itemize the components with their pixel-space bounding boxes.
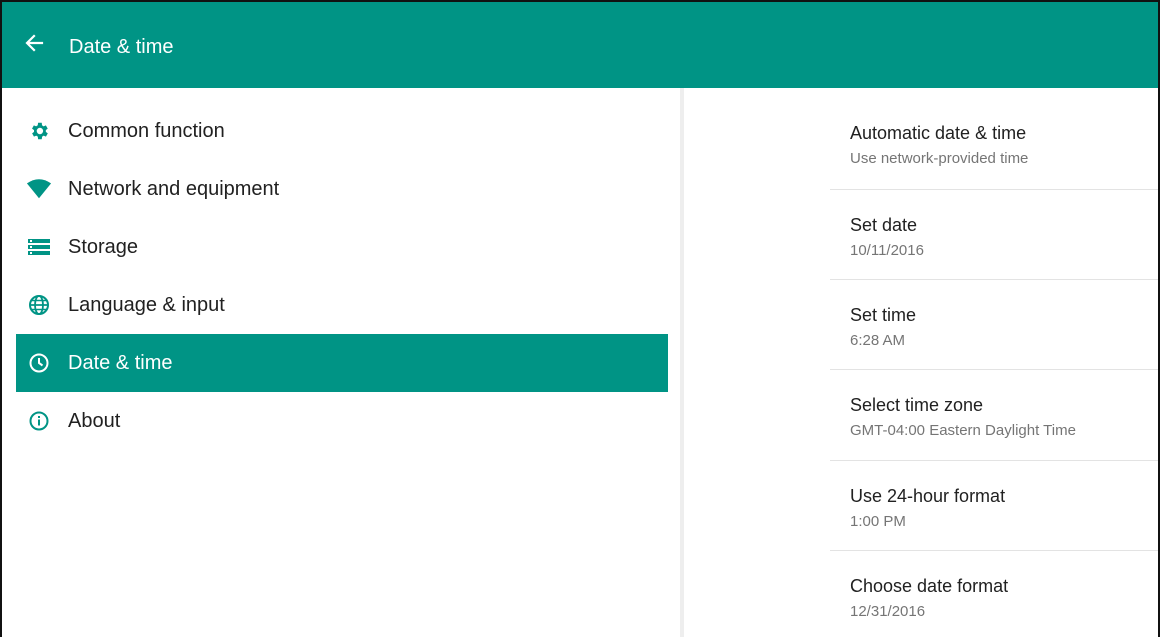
pref-set-date[interactable]: Set date 10/11/2016 <box>830 190 1158 280</box>
pref-summary: GMT-04:00 Eastern Daylight Time <box>850 422 1076 439</box>
storage-icon <box>26 234 52 260</box>
back-button[interactable] <box>22 33 46 57</box>
pref-summary: 12/31/2016 <box>850 603 926 620</box>
settings-window: Date & time Common function Network and … <box>0 0 1160 637</box>
app-bar: Date & time <box>2 2 1158 88</box>
globe-icon <box>26 292 52 318</box>
nav-item-label: Date & time <box>68 352 173 374</box>
date-time-preferences: Automatic date & time Use network-provid… <box>684 88 1158 637</box>
pref-title: Choose date format <box>850 576 1009 596</box>
nav-item-label: About <box>68 410 121 432</box>
page-title: Date & time <box>69 36 174 58</box>
pref-automatic-date-time[interactable]: Automatic date & time Use network-provid… <box>830 122 1158 190</box>
pref-summary: 10/11/2016 <box>850 242 924 259</box>
pref-title: Set time <box>850 305 917 325</box>
pref-choose-date-format[interactable]: Choose date format 12/31/2016 <box>830 551 1158 637</box>
nav-item-storage[interactable]: Storage <box>16 218 668 276</box>
pref-select-time-zone[interactable]: Select time zone GMT-04:00 Eastern Dayli… <box>830 370 1158 461</box>
pref-summary: Use network-provided time <box>850 150 1029 167</box>
nav-item-label: Network and equipment <box>68 178 280 200</box>
pref-title: Use 24-hour format <box>850 486 1006 506</box>
nav-item-language-and-input[interactable]: Language & input <box>16 276 668 334</box>
nav-item-label: Storage <box>68 236 139 258</box>
pref-title: Set date <box>850 215 918 235</box>
info-icon <box>26 408 52 434</box>
gear-icon <box>26 118 52 144</box>
nav-item-common-function[interactable]: Common function <box>16 102 668 160</box>
pref-title: Select time zone <box>850 395 984 415</box>
nav-item-date-and-time[interactable]: Date & time <box>16 334 668 392</box>
settings-nav: Common function Network and equipment St… <box>2 88 680 637</box>
nav-item-label: Common function <box>68 120 225 142</box>
pref-set-time[interactable]: Set time 6:28 AM <box>830 280 1158 370</box>
pref-title: Automatic date & time <box>850 123 1027 143</box>
clock-icon <box>26 350 52 376</box>
arrow-left-icon <box>24 33 44 58</box>
nav-item-label: Language & input <box>68 294 225 316</box>
pref-summary: 6:28 AM <box>850 332 906 349</box>
pref-use-24-hour-format[interactable]: Use 24-hour format 1:00 PM <box>830 461 1158 551</box>
pref-summary: 1:00 PM <box>850 513 906 530</box>
wifi-icon <box>26 176 52 202</box>
nav-item-network-and-equipment[interactable]: Network and equipment <box>16 160 668 218</box>
nav-item-about[interactable]: About <box>16 392 668 450</box>
